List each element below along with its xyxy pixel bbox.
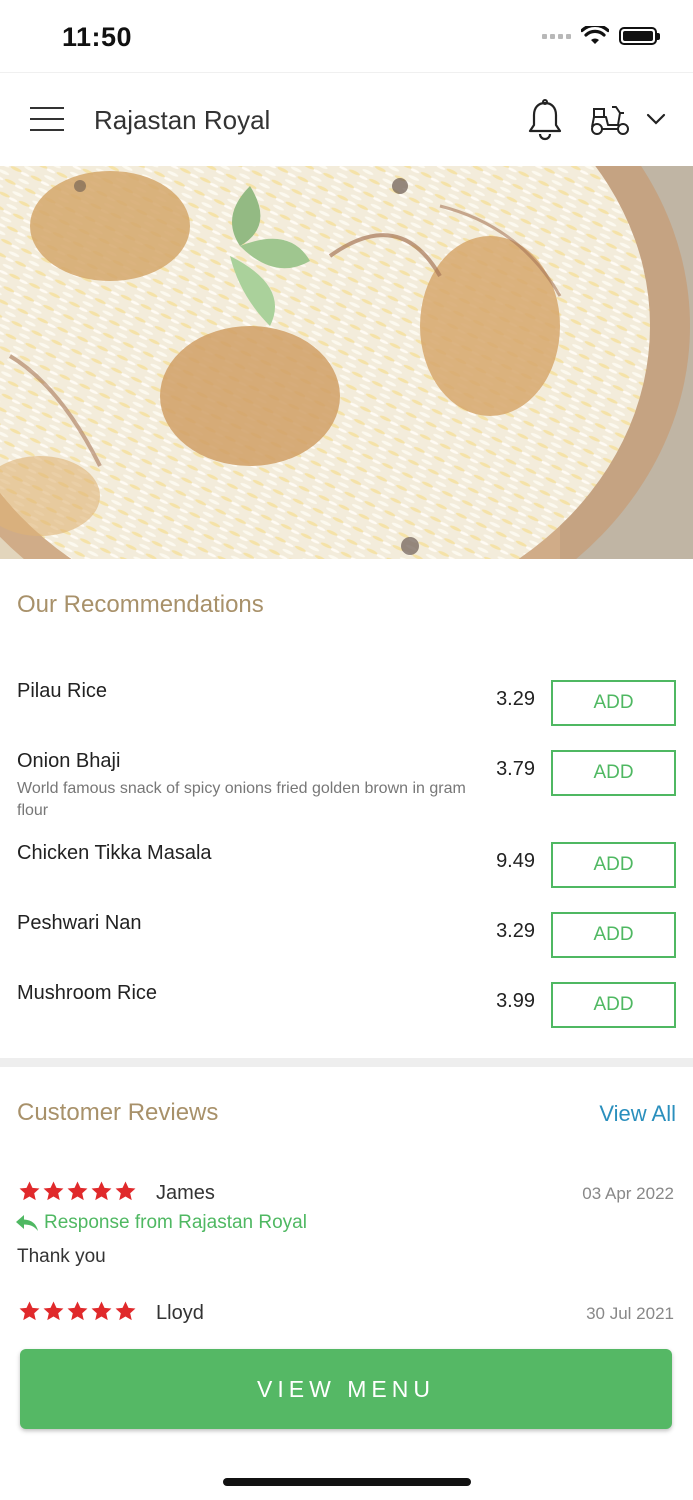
star-icon (67, 1181, 88, 1201)
reply-icon (16, 1215, 38, 1231)
add-button[interactable]: ADD (551, 912, 676, 958)
item-price: 3.29 (496, 920, 535, 942)
review-text: Thank you (17, 1246, 106, 1267)
rating-stars (18, 1300, 137, 1323)
menu-icon[interactable] (30, 107, 64, 133)
status-time: 11:50 (62, 22, 133, 52)
delivery-scooter-icon[interactable] (588, 103, 632, 137)
star-icon (67, 1301, 88, 1321)
hero-food-image (0, 166, 693, 559)
item-name: Mushroom Rice (17, 982, 158, 1004)
rating-stars (18, 1180, 137, 1203)
restaurant-response: Response from Rajastan Royal (14, 1212, 307, 1234)
home-indicator (223, 1478, 471, 1486)
star-icon (115, 1181, 136, 1201)
item-name: Onion Bhaji (17, 750, 121, 772)
section-divider (0, 1058, 693, 1067)
wifi-icon (581, 26, 609, 44)
reviewer-name: Lloyd (156, 1302, 204, 1324)
item-name: Chicken Tikka Masala (17, 842, 212, 864)
status-bar: 11:50 (0, 0, 693, 70)
item-description: World famous snack of spicy onions fried… (17, 780, 466, 819)
item-price: 3.99 (496, 990, 535, 1012)
recommendations-title: Our Recommendations (17, 591, 264, 618)
response-label: Response from Rajastan Royal (44, 1212, 307, 1233)
star-icon (43, 1181, 64, 1201)
view-menu-button[interactable]: VIEW MENU (20, 1349, 672, 1429)
add-button[interactable]: ADD (551, 982, 676, 1028)
item-name: Peshwari Nan (17, 912, 142, 934)
add-button[interactable]: ADD (551, 842, 676, 888)
signal-icon (542, 33, 571, 39)
star-icon (19, 1181, 40, 1201)
bell-icon[interactable] (526, 99, 564, 141)
view-all-link[interactable]: View All (599, 1101, 676, 1127)
star-icon (19, 1301, 40, 1321)
star-icon (91, 1181, 112, 1201)
item-name: Pilau Rice (17, 680, 108, 702)
star-icon (91, 1301, 112, 1321)
item-price: 9.49 (496, 850, 535, 872)
battery-icon (619, 27, 660, 45)
reviewer-name: James (156, 1182, 215, 1204)
chevron-down-icon[interactable] (646, 113, 666, 125)
star-icon (43, 1301, 64, 1321)
restaurant-title: Rajastan Royal (94, 105, 271, 135)
status-icons (542, 26, 660, 46)
item-price: 3.79 (496, 758, 535, 780)
review-date: 30 Jul 2021 (586, 1304, 674, 1323)
item-price: 3.29 (496, 688, 535, 710)
star-icon (115, 1301, 136, 1321)
add-button[interactable]: ADD (551, 750, 676, 796)
reviews-title: Customer Reviews (17, 1099, 219, 1126)
add-button[interactable]: ADD (551, 680, 676, 726)
review-date: 03 Apr 2022 (582, 1184, 674, 1203)
app-header: Rajastan Royal (0, 72, 693, 167)
